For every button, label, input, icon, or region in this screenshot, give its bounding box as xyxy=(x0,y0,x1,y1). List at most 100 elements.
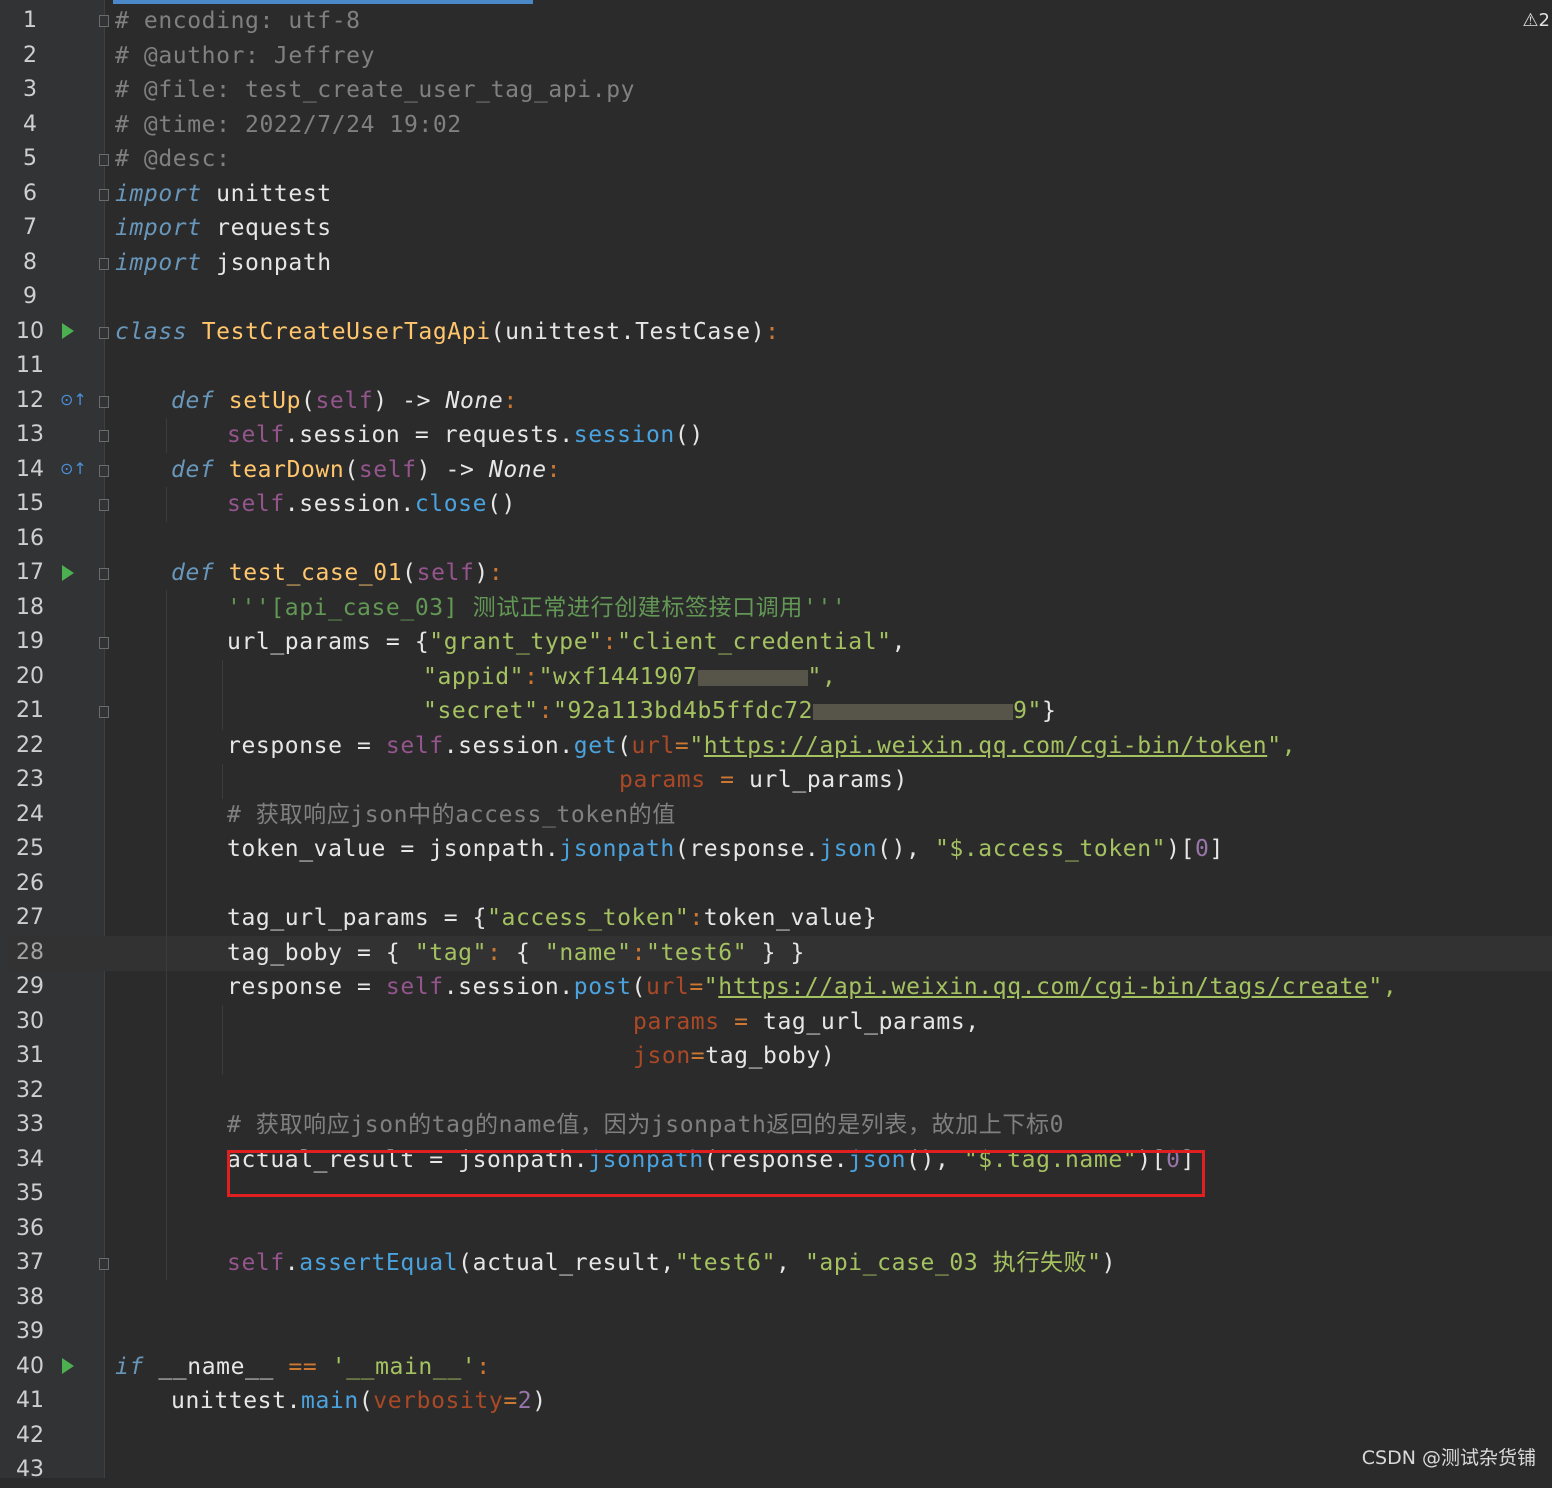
line-number[interactable]: 13 xyxy=(10,418,50,453)
url-link[interactable]: https://api.weixin.qq.com/cgi-bin/tags/c… xyxy=(718,974,1368,1000)
code-line-22[interactable]: response = self.session.get(url="https:/… xyxy=(227,729,1296,764)
line-number[interactable]: 30 xyxy=(10,1005,50,1040)
code-line-7[interactable]: import requests xyxy=(115,211,332,246)
line-number[interactable]: 25 xyxy=(10,832,50,867)
line-number[interactable]: 10 xyxy=(10,315,50,350)
line-number[interactable]: 34 xyxy=(10,1143,50,1178)
code-line-12[interactable]: def setUp(self) -> None: xyxy=(171,384,518,419)
fold-marker[interactable] xyxy=(99,189,109,201)
line-number[interactable]: 11 xyxy=(10,349,50,384)
line-number[interactable]: 1 xyxy=(10,4,50,39)
code-line-2[interactable]: # @author: Jeffrey xyxy=(115,39,375,74)
line-number[interactable]: 23 xyxy=(10,763,50,798)
line-number[interactable]: 29 xyxy=(10,970,50,1005)
code-line-23[interactable]: params = url_params) xyxy=(619,763,908,798)
line-number[interactable]: 16 xyxy=(10,522,50,557)
line-number[interactable]: 21 xyxy=(10,694,50,729)
line-number[interactable]: 7 xyxy=(10,211,50,246)
fold-marker[interactable] xyxy=(99,396,109,408)
line-number[interactable]: 8 xyxy=(10,246,50,281)
line-number[interactable]: 40 xyxy=(10,1350,50,1385)
code-line-18[interactable]: '''[api_case_03] 测试正常进行创建标签接口调用''' xyxy=(227,591,846,626)
code-line-41[interactable]: unittest.main(verbosity=2) xyxy=(171,1384,547,1419)
code-line-20[interactable]: "appid":"wxf1441907 ", xyxy=(423,660,836,695)
code-line-8[interactable]: import jsonpath xyxy=(115,246,332,281)
line-number[interactable]: 3 xyxy=(10,73,50,108)
code-line-13[interactable]: self.session = requests.session() xyxy=(227,418,704,453)
line-number[interactable]: 42 xyxy=(10,1419,50,1454)
code-line-25[interactable]: token_value = jsonpath.jsonpath(response… xyxy=(227,832,1224,867)
line-number[interactable]: 19 xyxy=(10,625,50,660)
run-test-icon[interactable] xyxy=(62,565,74,581)
code-line-1[interactable]: # encoding: utf-8 xyxy=(115,4,361,39)
fold-marker[interactable] xyxy=(99,430,109,442)
line-number[interactable]: 24 xyxy=(10,798,50,833)
line-number[interactable]: 17 xyxy=(10,556,50,591)
fold-marker[interactable] xyxy=(99,258,109,270)
line-number[interactable]: 37 xyxy=(10,1246,50,1281)
line-number[interactable]: 5 xyxy=(10,142,50,177)
line-number[interactable]: 41 xyxy=(10,1384,50,1419)
code-line-3[interactable]: # @file: test_create_user_tag_api.py xyxy=(115,73,635,108)
code-line-28[interactable]: tag_boby = { "tag": { "name":"test6" } } xyxy=(227,936,805,971)
self: self xyxy=(385,733,444,759)
line-number[interactable]: 26 xyxy=(10,867,50,902)
fold-marker[interactable] xyxy=(99,568,109,580)
line-number[interactable]: 35 xyxy=(10,1177,50,1212)
override-up-icon[interactable]: ⊙↑ xyxy=(60,459,87,478)
line-number[interactable]: 15 xyxy=(10,487,50,522)
line-number[interactable]: 36 xyxy=(10,1212,50,1247)
line-number[interactable]: 39 xyxy=(10,1315,50,1350)
line-number[interactable]: 28 xyxy=(10,936,50,971)
run-class-icon[interactable] xyxy=(62,323,74,339)
fold-marker[interactable] xyxy=(99,706,109,718)
code-line-21[interactable]: "secret":"92a113bd4b5ffdc72 9"} xyxy=(423,694,1056,729)
code-line-4[interactable]: # @time: 2022/7/24 19:02 xyxy=(115,108,462,143)
code-line-15[interactable]: self.session.close() xyxy=(227,487,516,522)
code-text: response = xyxy=(227,733,386,759)
line-number[interactable]: 38 xyxy=(10,1281,50,1316)
warnings-indicator[interactable]: ⚠2 xyxy=(1522,10,1550,31)
line-number[interactable]: 33 xyxy=(10,1108,50,1143)
fold-marker[interactable] xyxy=(99,465,109,477)
fold-marker[interactable] xyxy=(99,499,109,511)
line-number[interactable]: 18 xyxy=(10,591,50,626)
line-number[interactable]: 12 xyxy=(10,384,50,419)
fold-marker[interactable] xyxy=(99,154,109,166)
code-line-37[interactable]: self.assertEqual(actual_result,"test6", … xyxy=(227,1246,1116,1281)
code-line-27[interactable]: tag_url_params = {"access_token":token_v… xyxy=(227,901,877,936)
code-line-40[interactable]: if __name__ == '__main__': xyxy=(115,1350,491,1385)
code-line-19[interactable]: url_params = {"grant_type":"client_crede… xyxy=(227,625,906,660)
code-editor[interactable]: ⚠2 1 2 3 4 5 6 7 8 9 10 11 12 13 14 15 16 17 18 19 20 21 22 23… xyxy=(0,0,1552,1482)
line-number[interactable]: 6 xyxy=(10,177,50,212)
code-line-24[interactable]: # 获取响应json中的access_token的值 xyxy=(227,798,676,833)
run-main-icon[interactable] xyxy=(62,1358,74,1374)
code-line-17[interactable]: def test_case_01(self): xyxy=(171,556,503,591)
fold-marker[interactable] xyxy=(99,1258,109,1270)
code-line-33[interactable]: # 获取响应json的tag的name值，因为jsonpath返回的是列表，故加… xyxy=(227,1108,1064,1143)
line-number[interactable]: 9 xyxy=(10,280,50,315)
code-line-10[interactable]: class TestCreateUserTagApi(unittest.Test… xyxy=(115,315,780,350)
code-line-31[interactable]: json=tag_boby) xyxy=(633,1039,835,1074)
line-number[interactable]: 4 xyxy=(10,108,50,143)
colon: : xyxy=(488,560,504,586)
line-number[interactable]: 43 xyxy=(10,1453,50,1488)
line-number[interactable]: 14 xyxy=(10,453,50,488)
line-number[interactable]: 32 xyxy=(10,1074,50,1109)
override-up-icon[interactable]: ⊙↑ xyxy=(60,390,87,409)
code-line-6[interactable]: import unittest xyxy=(115,177,332,212)
line-number[interactable]: 20 xyxy=(10,660,50,695)
line-number[interactable]: 31 xyxy=(10,1039,50,1074)
url-link[interactable]: https://api.weixin.qq.com/cgi-bin/token xyxy=(704,733,1267,759)
code-line-30[interactable]: params = tag_url_params, xyxy=(633,1005,980,1040)
line-number[interactable]: 2 xyxy=(10,39,50,74)
fold-marker[interactable] xyxy=(99,15,109,27)
self: self xyxy=(227,1250,285,1276)
line-number[interactable]: 22 xyxy=(10,729,50,764)
code-line-5[interactable]: # @desc: xyxy=(115,142,231,177)
fold-marker[interactable] xyxy=(99,327,109,339)
fold-marker[interactable] xyxy=(99,637,109,649)
code-line-29[interactable]: response = self.session.post(url="https:… xyxy=(227,970,1397,1005)
line-number[interactable]: 27 xyxy=(10,901,50,936)
code-line-14[interactable]: def tearDown(self) -> None: xyxy=(171,453,561,488)
